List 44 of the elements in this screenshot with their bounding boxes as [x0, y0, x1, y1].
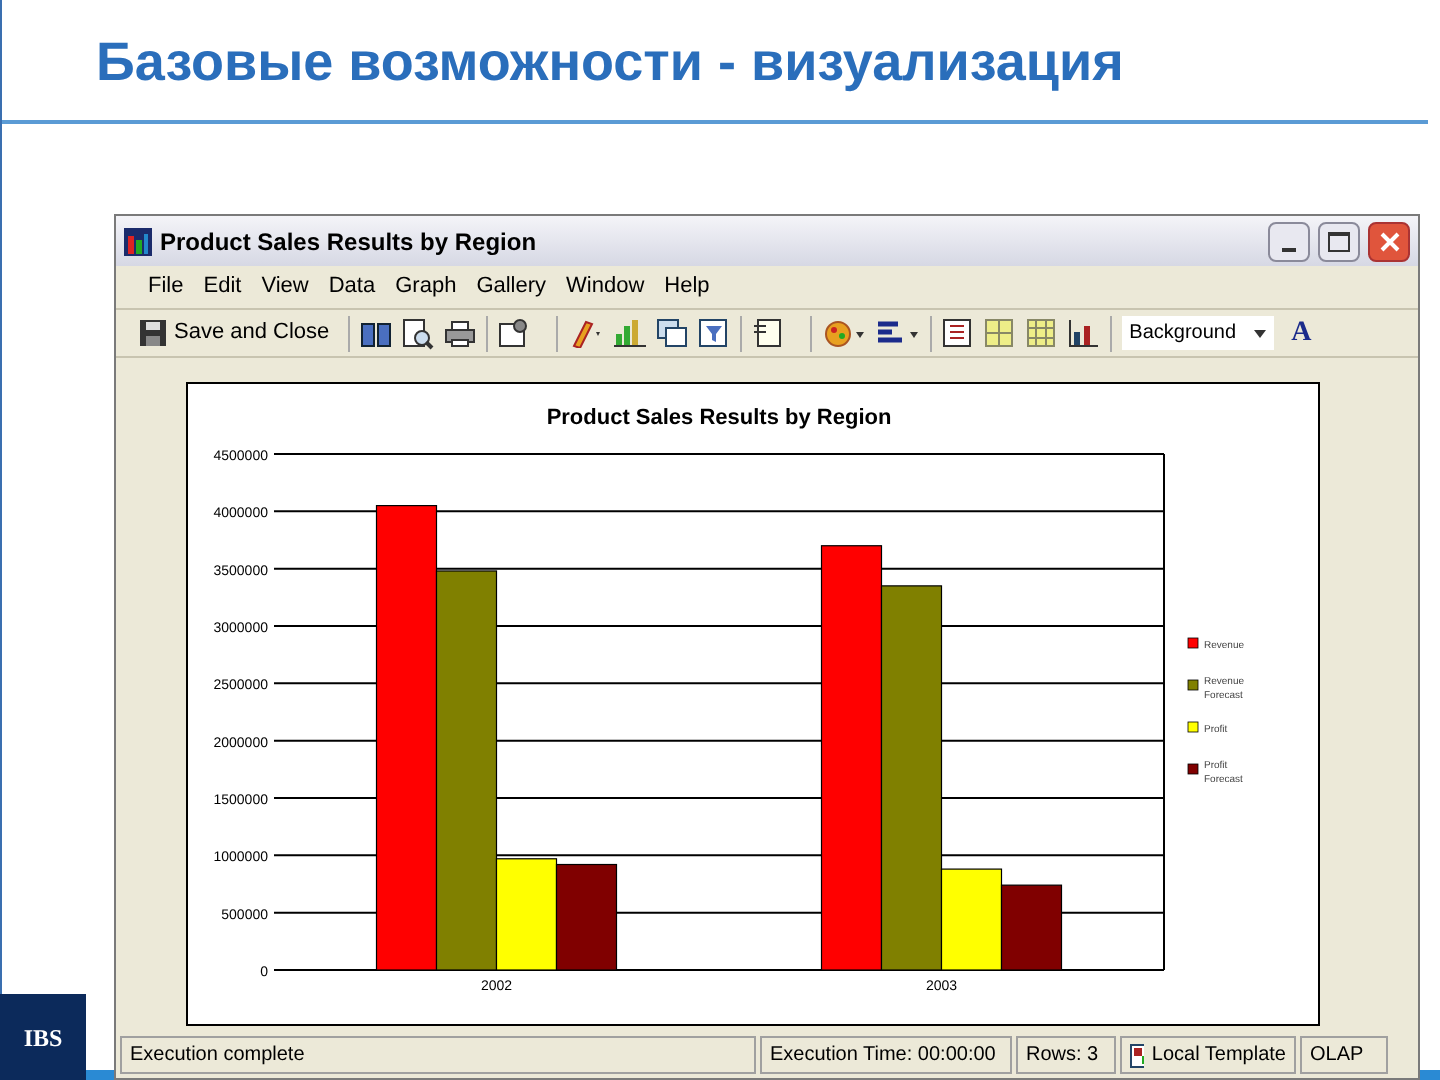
grid-icon[interactable]: [1025, 318, 1058, 348]
properties-icon[interactable]: [497, 318, 530, 348]
menu-item[interactable]: View: [253, 270, 317, 304]
menu-item[interactable]: Data: [320, 270, 384, 304]
bar-chart-icon[interactable]: [613, 318, 646, 348]
logo: IBS: [0, 994, 86, 1080]
list-icon[interactable]: [941, 318, 974, 348]
page-icon[interactable]: [751, 318, 784, 348]
grid-icon[interactable]: [983, 318, 1016, 348]
windows-icon[interactable]: [655, 318, 688, 348]
menu-item[interactable]: File: [140, 270, 192, 304]
chart-icon: [124, 227, 152, 255]
slide-title: Базовые возможности - визуализация: [96, 32, 1124, 92]
font-button[interactable]: A: [1283, 312, 1320, 354]
status-text: Rows: 3: [1026, 1042, 1099, 1070]
pencil-icon[interactable]: [567, 318, 604, 348]
close-button[interactable]: [1368, 221, 1410, 261]
save-and-close-button[interactable]: Save and Close: [132, 313, 338, 353]
filter-icon[interactable]: [697, 318, 730, 348]
minimize-icon: [1282, 247, 1296, 251]
status-text: Execution Time: 00:00:00: [770, 1042, 996, 1070]
status-text: Local Template: [1151, 1042, 1286, 1070]
page-search-icon[interactable]: [401, 317, 434, 349]
status-text: OLAP: [1310, 1042, 1364, 1070]
caret-icon: [1253, 329, 1266, 337]
background-dropdown[interactable]: Background: [1121, 316, 1274, 350]
close-icon: [1379, 231, 1399, 251]
menu-item[interactable]: Window: [558, 270, 653, 304]
status-text: Execution complete: [130, 1042, 305, 1070]
menu-item[interactable]: Help: [656, 270, 718, 304]
menu-item[interactable]: Graph: [387, 270, 465, 304]
menu-item[interactable]: Edit: [195, 270, 250, 304]
minimize-button[interactable]: [1268, 221, 1310, 261]
book-icon[interactable]: [359, 319, 392, 347]
table-icon: [1130, 1043, 1144, 1067]
printer-icon[interactable]: [443, 319, 476, 347]
maximize-icon: [1328, 231, 1350, 251]
window-title: Product Sales Results by Region: [160, 225, 537, 259]
palette-icon[interactable]: [821, 318, 866, 348]
chart-icon[interactable]: [1067, 318, 1100, 348]
menu-item[interactable]: Gallery: [468, 270, 555, 304]
maximize-button[interactable]: [1318, 221, 1360, 261]
bars-icon[interactable]: [875, 318, 920, 348]
chart-title: Product Sales Results by Region: [546, 406, 892, 430]
